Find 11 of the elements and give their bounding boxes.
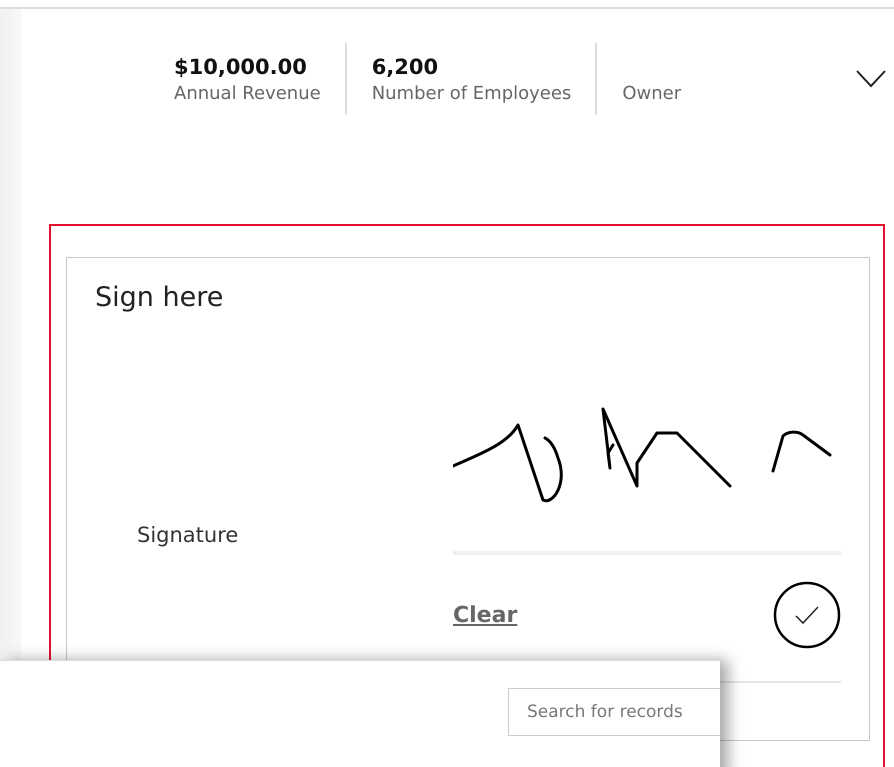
- field-label: Signature: [136, 522, 240, 549]
- stat-label: Annual Revenue: [174, 82, 321, 104]
- check-icon[interactable]: [773, 581, 841, 649]
- stat-label: Number of Employees: [372, 82, 572, 104]
- clear-link[interactable]: Clear: [453, 602, 518, 628]
- search-field[interactable]: Search for records: [508, 688, 720, 736]
- stat-value: $10,000.00: [174, 54, 308, 78]
- stat-label: Owner: [622, 82, 682, 104]
- card-title: Sign here: [95, 282, 224, 313]
- chevron-down-icon[interactable]: [856, 70, 886, 88]
- stat-value: 6,200: [372, 54, 440, 78]
